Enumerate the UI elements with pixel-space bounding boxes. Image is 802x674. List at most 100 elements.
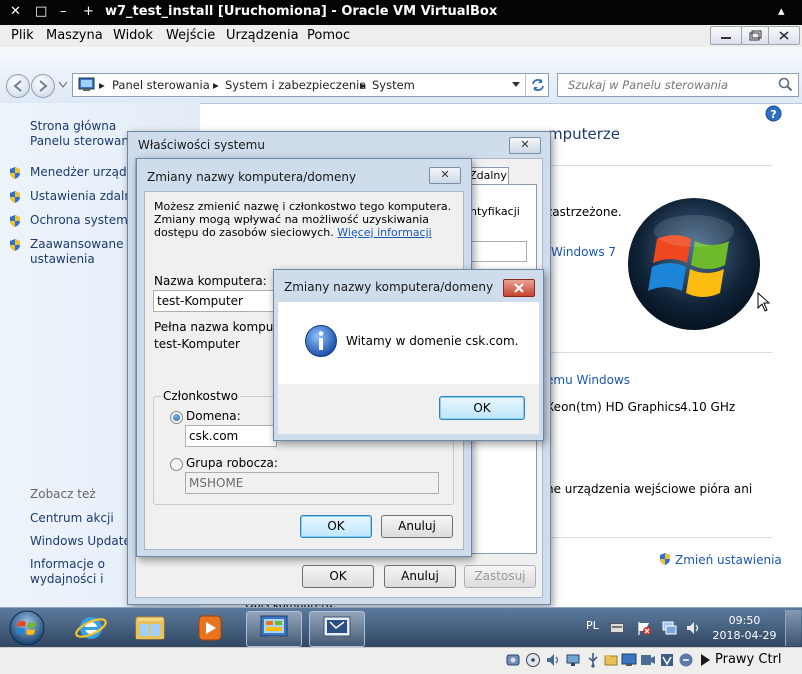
network-icon[interactable] (661, 620, 677, 636)
recent-pages-chevron-icon[interactable] (58, 81, 68, 89)
search-box[interactable] (557, 73, 799, 97)
ok-button[interactable]: OK (300, 515, 372, 538)
change-settings-link[interactable]: Zmień ustawienia (675, 553, 782, 567)
hard-disk-icon[interactable] (505, 652, 521, 668)
keyboard-icon[interactable] (610, 623, 624, 633)
taskbar: PL 09:50 2018-04-29 (0, 607, 802, 648)
breadcrumb-panel-sterowania[interactable]: Panel sterowania (112, 78, 210, 92)
volume-icon[interactable] (685, 620, 701, 636)
show-desktop-button[interactable] (785, 610, 801, 646)
mouse-integration-icon[interactable] (678, 652, 694, 668)
shade-icon[interactable]: + (83, 4, 94, 19)
maximize-icon[interactable]: □ (35, 4, 47, 19)
domain-input[interactable]: csk.com (185, 425, 277, 447)
menu-urzadzenia[interactable]: Urządzenia (226, 28, 299, 43)
sidebar-item-system-protection[interactable]: Ochrona systemu (30, 213, 130, 228)
see-also-performance[interactable]: Informacje o wydajności i narzędzia (30, 557, 126, 587)
language-indicator[interactable]: PL (586, 619, 599, 632)
dialog-title: Właściwości systemu (138, 138, 265, 152)
refresh-icon[interactable] (530, 77, 546, 93)
virtualization-icon[interactable] (659, 652, 675, 668)
menu-plik[interactable]: Plik (11, 28, 34, 43)
sidebar-item-remote-settings[interactable]: Ustawienia zdalne (30, 189, 130, 204)
pen-input-fragment: ne urządzenia wejściowe pióra ani (546, 482, 753, 496)
tab-remote[interactable]: Zdalny (467, 167, 509, 184)
menu-wejscie[interactable]: Wejście (166, 28, 215, 43)
cancel-button[interactable]: Anuluj (384, 565, 456, 588)
welcome-message-dialog: Zmiany nazwy komputera/domeny Witamy w d… (273, 269, 544, 441)
guest-restore-button[interactable] (741, 26, 769, 45)
breadcrumb-separator-icon[interactable]: ▸ (360, 78, 366, 92)
close-button[interactable]: ✕ (429, 167, 461, 184)
usb-icon[interactable] (585, 652, 601, 668)
host-key-arrow-icon[interactable] (697, 652, 713, 668)
edition-link-fragment[interactable]: Windows 7 (551, 245, 616, 259)
workgroup-radio[interactable] (170, 458, 183, 471)
start-button[interactable] (6, 608, 48, 648)
breadcrumb-separator-icon[interactable]: ▸ (99, 78, 105, 92)
menu-maszyna[interactable]: Maszyna (46, 28, 103, 43)
guest-minimize-button[interactable] (710, 26, 742, 45)
taskbar-system-properties[interactable] (309, 611, 365, 647)
workgroup-value: MSHOME (189, 476, 244, 490)
section-divider (546, 537, 772, 538)
media-player-icon (198, 615, 222, 641)
close-icon[interactable]: ✕ (10, 4, 21, 19)
action-center-flag-icon[interactable] (636, 620, 652, 636)
uac-shield-icon (10, 191, 20, 203)
see-also-action-center[interactable]: Centrum akcji (30, 511, 114, 526)
dialog-title: Zmiany nazwy komputera/domeny (284, 280, 494, 294)
forward-button[interactable] (31, 74, 55, 98)
breadcrumb-system[interactable]: System (372, 78, 415, 92)
system-properties-icon (323, 616, 351, 640)
taskbar-internet-explorer[interactable] (64, 611, 118, 645)
taskbar-explorer[interactable] (123, 611, 177, 645)
audio-icon[interactable] (545, 652, 561, 668)
apply-button[interactable]: Zastosuj (464, 565, 536, 588)
ok-button[interactable]: OK (439, 396, 525, 420)
shared-folders-icon[interactable] (603, 652, 619, 668)
windows-logo-icon (628, 198, 760, 330)
back-button[interactable] (6, 74, 30, 98)
address-bar[interactable]: ▸ Panel sterowania ▸ System i zabezpiecz… (72, 73, 549, 97)
see-also-windows-update[interactable]: Windows Update (30, 534, 131, 549)
address-divider (525, 74, 526, 96)
host-statusbar: Prawy Ctrl (0, 647, 802, 674)
workgroup-input[interactable]: MSHOME (185, 472, 439, 494)
menu-pomoc[interactable]: Pomoc (307, 28, 350, 43)
close-button[interactable]: ✕ (509, 137, 541, 154)
taskbar-control-panel[interactable] (246, 611, 302, 647)
mouse-cursor-icon (757, 292, 771, 312)
sidebar-item-device-manager[interactable]: Menedżer urządzeń (30, 165, 130, 180)
search-icon[interactable] (778, 77, 793, 92)
domain-radio[interactable] (170, 411, 183, 424)
close-icon: ✕ (520, 138, 530, 151)
breadcrumb-system-zabezpieczenia[interactable]: System i zabezpieczenia (225, 78, 366, 92)
search-input[interactable] (566, 77, 770, 93)
network-adapter-icon[interactable] (565, 652, 581, 668)
display-icon[interactable] (621, 652, 637, 668)
close-icon (779, 31, 789, 40)
rating-link-fragment[interactable]: emu Windows (546, 373, 630, 387)
domain-label: Domena: (186, 409, 241, 423)
address-dropdown-icon[interactable] (511, 81, 521, 89)
system-clock[interactable]: 09:50 2018-04-29 (712, 613, 777, 643)
taskbar-media-player[interactable] (183, 611, 237, 645)
more-info-link[interactable]: Więcej informacji (337, 226, 431, 239)
help-icon[interactable]: ? (765, 105, 782, 122)
computer-description-field[interactable] (463, 241, 527, 262)
collapse-icon[interactable]: ▴ (778, 4, 785, 19)
sidebar-item-advanced-settings[interactable]: Zaawansowane ustawienia systemu (30, 237, 126, 267)
guest-close-button[interactable] (768, 26, 800, 45)
minimize-icon[interactable]: – (60, 4, 67, 19)
cancel-button[interactable]: Anuluj (381, 515, 453, 538)
close-button[interactable] (503, 279, 535, 297)
ok-button[interactable]: OK (302, 565, 374, 588)
close-icon (514, 283, 524, 293)
optical-drive-icon[interactable] (525, 652, 541, 668)
computer-name-input[interactable]: test-Komputer (153, 290, 280, 312)
recording-icon[interactable] (640, 652, 656, 668)
breadcrumb-separator-icon[interactable]: ▸ (213, 78, 219, 92)
domain-value: csk.com (189, 429, 239, 443)
menu-widok[interactable]: Widok (113, 28, 153, 43)
